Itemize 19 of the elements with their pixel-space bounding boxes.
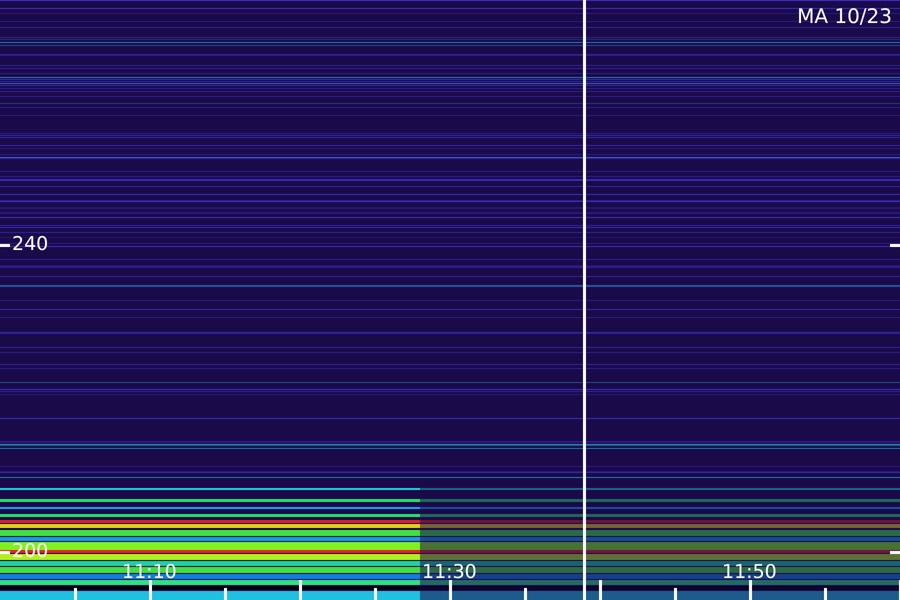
- axis-label: 11:30: [422, 563, 477, 582]
- axis-label: 11:50: [722, 563, 777, 582]
- tick-mark: [890, 244, 900, 247]
- tick-mark: [374, 588, 377, 600]
- tick-mark: [149, 580, 152, 600]
- tick-mark: [449, 580, 452, 600]
- date-label: MA 10/23: [797, 6, 892, 26]
- tick-mark: [224, 588, 227, 600]
- tick-mark: [0, 551, 10, 554]
- tick-mark: [599, 580, 602, 600]
- tick-mark: [0, 244, 10, 247]
- tick-mark: [890, 551, 900, 554]
- tick-mark: [824, 588, 827, 600]
- tick-mark: [299, 580, 302, 600]
- tick-mark: [749, 580, 752, 600]
- axis-label: 240: [12, 235, 48, 254]
- tick-mark: [674, 588, 677, 600]
- tick-mark: [74, 588, 77, 600]
- tick-mark: [524, 588, 527, 600]
